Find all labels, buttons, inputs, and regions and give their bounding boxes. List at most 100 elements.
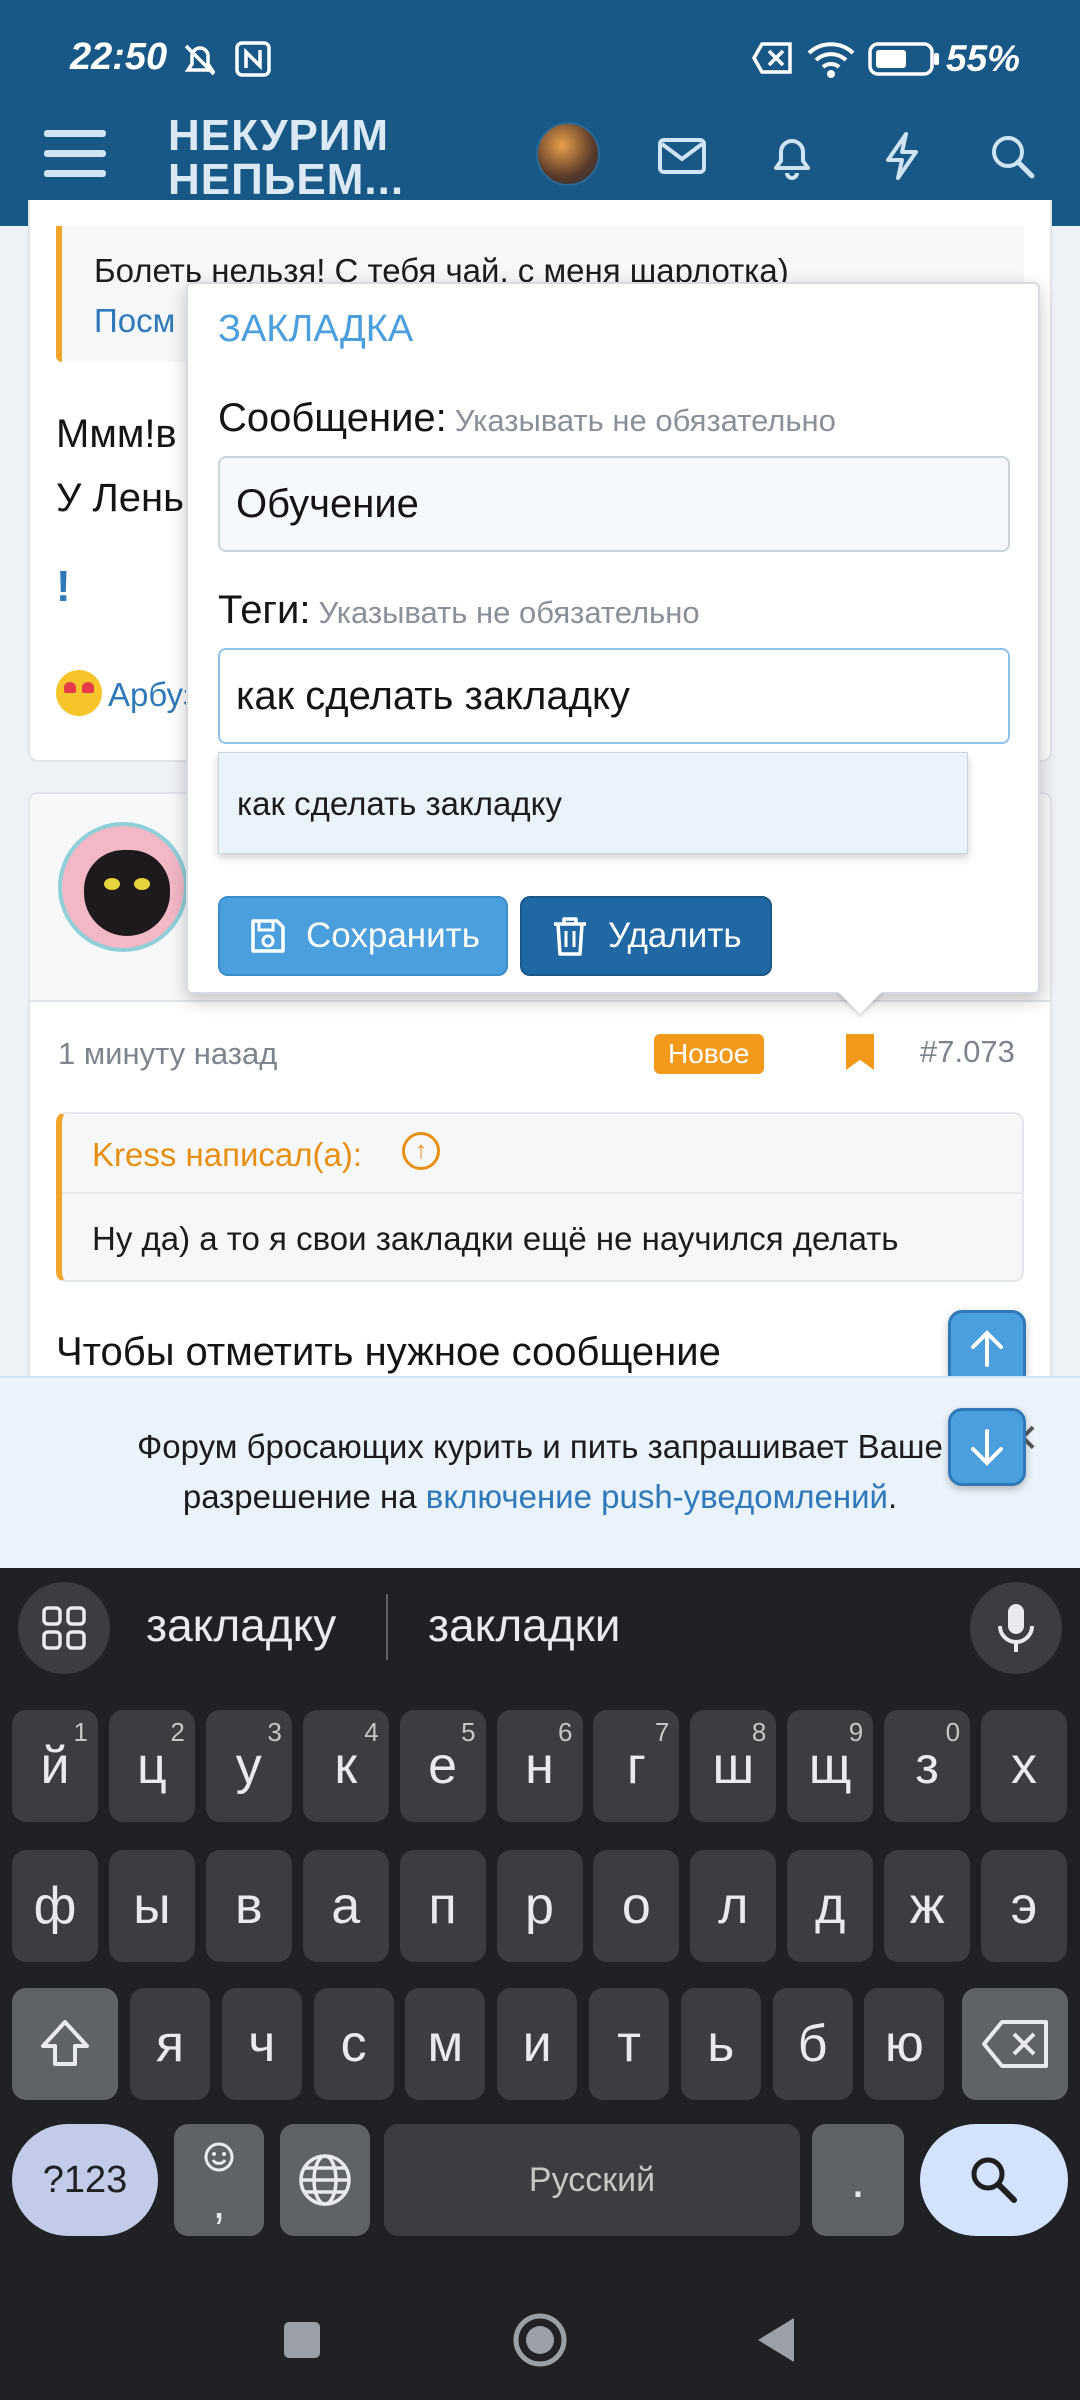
key-н[interactable]: н6 [496,1710,583,1822]
post-quote: Kress написал(а): ↑ Ну да) а то я свои з… [56,1112,1024,1282]
key-letter: ж [909,1877,945,1935]
key-ф[interactable]: ф [12,1850,98,1962]
key-к[interactable]: к4 [302,1710,389,1822]
status-time: 22:50 [70,36,168,78]
key-и[interactable]: и [497,1988,578,2100]
key-у[interactable]: у3 [205,1710,292,1822]
key-г[interactable]: г7 [593,1710,680,1822]
key-letter: о [621,1877,651,1935]
key-д[interactable]: д [787,1850,874,1962]
scroll-down-button[interactable] [948,1408,1026,1486]
key-letter: у [235,1737,262,1795]
post-number[interactable]: #7.073 [920,1034,1015,1070]
site-logo[interactable]: НЕКУРИМ НЕПЬЕМ... [168,114,404,202]
key-й[interactable]: й1 [12,1710,98,1822]
grid-icon [42,1606,86,1650]
key-ю[interactable]: ю [864,1988,945,2100]
key-о[interactable]: о [593,1850,680,1962]
key-letter: в [234,1877,263,1935]
key-б[interactable]: б [772,1988,853,2100]
key-я[interactable]: я [130,1988,210,2100]
key-letter: ь [707,2015,735,2073]
keyboard-menu-button[interactable] [18,1582,110,1674]
key-п[interactable]: п [399,1850,486,1962]
key-number-hint: 2 [170,1717,185,1747]
user-avatar[interactable] [536,122,600,186]
key-ы[interactable]: ы [108,1850,195,1962]
message-hint: Указывать не обязательно [454,403,836,438]
voice-input-button[interactable] [970,1582,1062,1674]
key-е[interactable]: е5 [399,1710,486,1822]
symbols-key[interactable]: ?123 [12,2124,158,2236]
key-ж[interactable]: ж [884,1850,971,1962]
emoji-icon [204,2142,234,2172]
back-icon[interactable] [754,2316,796,2364]
tag-suggestion-item[interactable]: как сделать закладку [218,752,968,854]
backspace-key[interactable] [962,1988,1068,2100]
key-щ[interactable]: щ9 [787,1710,874,1822]
key-м[interactable]: м [405,1988,486,2100]
bell-icon[interactable] [764,128,820,184]
key-а[interactable]: а [302,1850,389,1962]
key-number-hint: 6 [558,1717,573,1747]
key-т[interactable]: т [589,1988,669,2100]
post-time[interactable]: 1 минуту назад [58,1036,277,1072]
key-letter: е [428,1737,458,1795]
key-х[interactable]: х [981,1710,1067,1822]
arrow-circle-up-icon[interactable]: ↑ [402,1132,440,1170]
author-avatar[interactable] [58,822,188,952]
key-letter: ц [136,1737,167,1795]
message-input[interactable]: Обучение [218,456,1010,552]
key-ш[interactable]: ш8 [690,1710,777,1822]
home-icon[interactable] [512,2312,568,2368]
logo-line-2: НЕПЬЕМ... [168,155,405,204]
key-з[interactable]: з0 [884,1710,971,1822]
recent-apps-icon[interactable] [282,2320,322,2360]
search-key[interactable] [920,2124,1068,2236]
suggestion-2[interactable]: закладки [428,1598,620,1652]
suggestion-divider [386,1594,388,1660]
save-label: Сохранить [306,916,480,955]
key-л[interactable]: л [690,1850,777,1962]
key-number-hint: 4 [364,1717,379,1747]
key-ч[interactable]: ч [221,1988,302,2100]
key-в[interactable]: в [205,1850,292,1962]
key-ь[interactable]: ь [680,1988,761,2100]
space-key[interactable]: Русский [384,2124,800,2236]
suggestion-1[interactable]: закладку [146,1598,336,1652]
push-enable-link[interactable]: включение push-уведомлений [426,1478,888,1515]
logo-line-1: НЕКУРИМ [168,111,390,160]
quote-expand-link[interactable]: Посм [94,302,175,340]
key-number-hint: 3 [267,1717,282,1747]
reaction-user-link[interactable]: Арбуз [108,676,198,714]
popup-pointer [836,990,884,1014]
shift-icon [41,2020,89,2066]
key-letter: г [626,1737,646,1795]
quote-divider [62,1192,1024,1194]
key-letter: п [428,1877,457,1935]
emoji-comma-key[interactable]: , [174,2124,264,2236]
period-key[interactable]: . [812,2124,904,2236]
new-badge: Новое [654,1034,764,1074]
key-э[interactable]: э [981,1850,1067,1962]
no-sim-icon [752,42,792,74]
globe-icon [299,2154,351,2206]
hamburger-icon[interactable] [44,130,106,186]
quote-author[interactable]: Kress написал(а): [92,1136,362,1174]
key-number-hint: 9 [848,1717,864,1747]
bolt-icon[interactable] [874,128,930,184]
key-letter: р [525,1877,554,1935]
tags-input[interactable]: как сделать закладку [218,648,1010,744]
search-icon[interactable] [984,128,1040,184]
key-ц[interactable]: ц2 [108,1710,195,1822]
delete-button[interactable]: Удалить [520,896,772,976]
key-р[interactable]: р [496,1850,583,1962]
push-permission-notice: Форум бросающих курить и пить запрашивае… [0,1376,1080,1568]
shift-key[interactable] [12,1988,118,2100]
key-с[interactable]: с [313,1988,394,2100]
save-button[interactable]: Сохранить [218,896,508,976]
language-key[interactable] [280,2124,370,2236]
push-text-after: . [887,1478,898,1515]
key-letter: ф [33,1877,77,1935]
mail-icon[interactable] [654,128,710,184]
